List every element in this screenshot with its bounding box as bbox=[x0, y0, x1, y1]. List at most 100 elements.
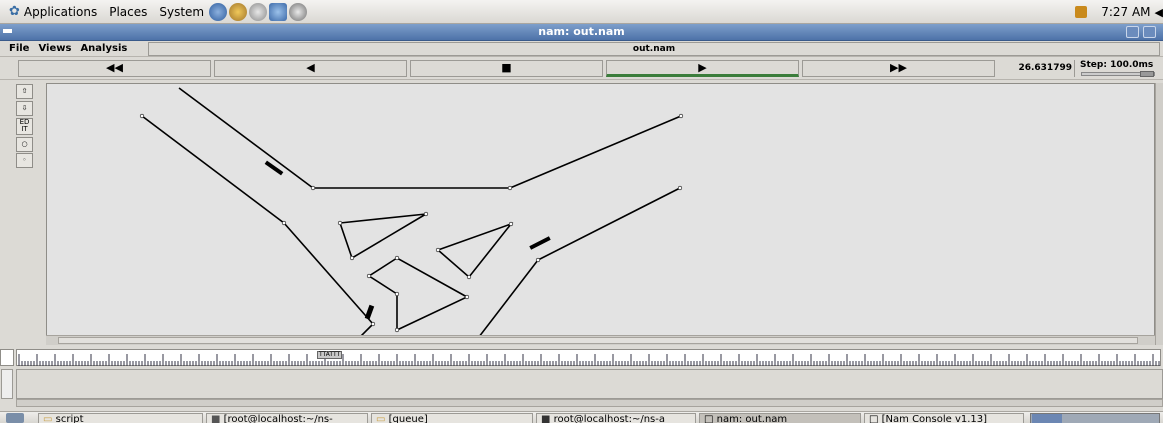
node[interactable] bbox=[423, 211, 429, 217]
node[interactable] bbox=[394, 291, 400, 297]
link bbox=[509, 115, 682, 189]
show-desktop-icon[interactable] bbox=[6, 413, 24, 423]
task-queue[interactable]: ▭ [queue] bbox=[371, 413, 533, 423]
canvas-horizontal-scrollbar[interactable] bbox=[46, 335, 1155, 345]
notes-launcher-icon[interactable] bbox=[269, 2, 288, 21]
node[interactable] bbox=[337, 220, 343, 226]
link bbox=[537, 187, 681, 261]
task-label: [Nam Console v1.13] bbox=[881, 414, 988, 423]
node[interactable] bbox=[466, 274, 472, 280]
packet bbox=[364, 304, 375, 320]
bottom-taskbar: ▭ script ■ [root@localhost:~/ns- ▭ [queu… bbox=[0, 411, 1163, 423]
node[interactable] bbox=[394, 327, 400, 333]
window-icon: □ bbox=[869, 414, 879, 423]
triangle-link bbox=[436, 222, 514, 279]
playback-controls: ◀◀ ◀ ■ ▶ ▶▶ 26.631799 Step: 100.0ms bbox=[0, 58, 1163, 80]
task-nam-console[interactable]: □ [Nam Console v1.13] bbox=[864, 413, 1024, 423]
menu-views[interactable]: Views bbox=[38, 43, 71, 54]
web-browser-launcher-icon[interactable] bbox=[209, 2, 228, 21]
clock[interactable]: 7:27 AM bbox=[1101, 5, 1150, 19]
tool-column: ⇧ ⇩ ED IT ○ ◦ bbox=[0, 82, 46, 346]
node[interactable] bbox=[507, 185, 513, 191]
link-path bbox=[367, 257, 469, 331]
task-label: [root@localhost:~/ns- bbox=[223, 414, 333, 423]
edit-button[interactable]: ED IT bbox=[16, 118, 33, 135]
task-terminal-1[interactable]: ■ [root@localhost:~/ns- bbox=[206, 413, 368, 423]
network-topology bbox=[139, 87, 684, 344]
top-panel: ✿ Applications Places System 7:27 AM ◀ bbox=[0, 0, 1163, 24]
node[interactable] bbox=[366, 273, 372, 279]
workspace-switcher[interactable] bbox=[1030, 413, 1160, 423]
circle-tool-icon[interactable]: ○ bbox=[16, 137, 33, 152]
zoom-out-icon[interactable]: ⇩ bbox=[16, 101, 33, 116]
task-terminal-2[interactable]: ■ root@localhost:~/ns-a bbox=[536, 413, 696, 423]
applications-menu-label: Applications bbox=[23, 4, 98, 19]
places-menu[interactable]: Places bbox=[106, 5, 150, 19]
play-backward-button[interactable]: ◀ bbox=[214, 60, 407, 77]
link bbox=[283, 222, 374, 325]
menu-analysis[interactable]: Analysis bbox=[80, 43, 127, 54]
trace-file-label: out.nam bbox=[148, 42, 1160, 56]
node[interactable] bbox=[464, 294, 470, 300]
network-canvas[interactable] bbox=[46, 83, 1155, 345]
mail-launcher-icon[interactable] bbox=[229, 2, 248, 21]
node[interactable] bbox=[678, 113, 684, 119]
workspace-1[interactable] bbox=[1032, 414, 1062, 423]
terminal-icon: ■ bbox=[211, 414, 221, 423]
annotation-scroll-handle[interactable] bbox=[1, 369, 13, 399]
triangle-link bbox=[338, 213, 427, 260]
node[interactable] bbox=[677, 185, 683, 191]
canvas-vertical-scrollbar[interactable] bbox=[1155, 83, 1163, 345]
window-title: nam: out.nam bbox=[538, 25, 625, 38]
link bbox=[141, 115, 285, 224]
annotation-panel[interactable] bbox=[16, 369, 1163, 399]
timeline-ticks bbox=[18, 354, 1160, 366]
zoom-in-icon[interactable]: ⇧ bbox=[16, 84, 33, 99]
stop-button[interactable]: ■ bbox=[410, 60, 603, 77]
simulation-time: 26.631799 bbox=[1000, 60, 1075, 77]
node[interactable] bbox=[508, 221, 514, 227]
node[interactable] bbox=[535, 257, 541, 263]
task-label: script bbox=[55, 414, 84, 423]
search-launcher-icon[interactable] bbox=[249, 2, 268, 21]
node[interactable] bbox=[349, 255, 355, 261]
volume-icon[interactable]: ◀ bbox=[1155, 6, 1163, 19]
node[interactable] bbox=[394, 255, 400, 261]
step-slider[interactable] bbox=[1081, 71, 1155, 77]
node[interactable] bbox=[139, 113, 145, 119]
system-menu[interactable]: System bbox=[156, 5, 207, 19]
horizontal-scroll-thumb[interactable] bbox=[58, 337, 1138, 344]
folder-icon: ▭ bbox=[43, 414, 53, 423]
network-launcher-icon[interactable] bbox=[289, 2, 308, 21]
timeline-marker[interactable]: TTATTT bbox=[317, 351, 343, 359]
timeline-slider[interactable]: TTATTT bbox=[16, 349, 1161, 366]
menubar: File Views Analysis out.nam bbox=[0, 41, 1163, 57]
node-tool-icon[interactable]: ◦ bbox=[16, 153, 33, 168]
link bbox=[178, 87, 314, 189]
applications-icon: ✿ bbox=[9, 4, 20, 19]
fast-forward-button[interactable]: ▶▶ bbox=[802, 60, 995, 77]
play-forward-button[interactable]: ▶ bbox=[606, 60, 799, 77]
rewind-button[interactable]: ◀◀ bbox=[18, 60, 211, 77]
update-notifier-icon[interactable] bbox=[1075, 6, 1088, 18]
node[interactable] bbox=[310, 185, 316, 191]
step-slider-thumb[interactable] bbox=[1140, 71, 1154, 77]
packet bbox=[529, 236, 551, 250]
node[interactable] bbox=[370, 321, 376, 327]
window-titlebar[interactable]: nam: out.nam bbox=[0, 24, 1163, 41]
terminal-icon: ■ bbox=[541, 414, 551, 423]
task-script[interactable]: ▭ script bbox=[38, 413, 203, 423]
applications-menu[interactable]: ✿ Applications bbox=[6, 4, 100, 19]
maximize-button[interactable] bbox=[1143, 26, 1156, 38]
minimize-button[interactable] bbox=[1126, 26, 1139, 38]
folder-icon: ▭ bbox=[376, 414, 386, 423]
task-nam-window[interactable]: □ nam: out.nam bbox=[699, 413, 861, 423]
annotation-scrollbar[interactable] bbox=[16, 399, 1163, 407]
task-label: root@localhost:~/ns-a bbox=[553, 414, 665, 423]
task-label: nam: out.nam bbox=[716, 414, 788, 423]
node[interactable] bbox=[281, 220, 287, 226]
menu-file[interactable]: File bbox=[9, 43, 29, 54]
node[interactable] bbox=[435, 247, 441, 253]
step-label: Step: 100.0ms bbox=[1080, 60, 1154, 70]
link bbox=[472, 259, 539, 344]
